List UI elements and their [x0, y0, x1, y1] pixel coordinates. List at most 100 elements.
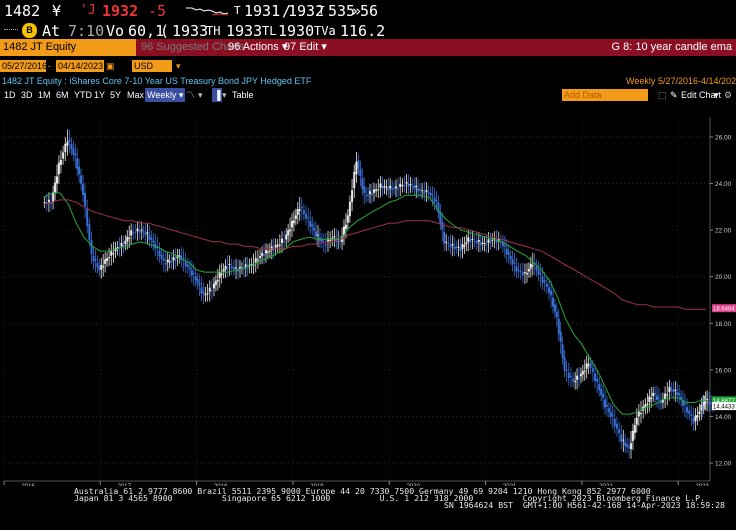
candle-body	[324, 244, 327, 246]
candle-body	[461, 244, 464, 249]
candle-body	[692, 417, 695, 424]
chevron-down-icon[interactable]: ▾	[714, 88, 719, 102]
table-button[interactable]: Table	[232, 88, 254, 102]
candle-body	[511, 259, 514, 265]
candle-body	[52, 192, 55, 203]
frequency-dropdown[interactable]: Weekly ▾	[145, 88, 186, 102]
candle-body	[100, 264, 103, 270]
currency-field[interactable]: USD	[132, 60, 172, 72]
candle-body	[220, 273, 223, 275]
candle-body	[192, 273, 195, 275]
footer-session-line: SN 1964624 BST GMT+1:00 H561-42-168 14-A…	[444, 500, 725, 510]
security-field[interactable]: 1482 JT Equity	[0, 39, 136, 56]
ticker-tick-indicator: 'J	[80, 3, 96, 18]
quote-at-time: 7:10	[68, 22, 105, 40]
line-chart-icon[interactable]: 〽	[186, 88, 195, 102]
candle-body	[419, 189, 422, 191]
candle-body	[152, 240, 155, 243]
ticker-currency: ¥	[52, 2, 62, 20]
candle-body	[694, 415, 697, 422]
market-status-icon[interactable]: B	[22, 23, 37, 38]
chart-settings-icon[interactable]: ⚙	[724, 88, 732, 102]
candle-body	[397, 188, 400, 190]
pencil-icon[interactable]: ✎	[670, 88, 678, 102]
range-1y-button[interactable]: 1Y	[94, 88, 105, 102]
range-max-button[interactable]: Max	[127, 88, 144, 102]
bar-chart-icon[interactable]: ▐	[212, 88, 223, 102]
candle-body	[543, 280, 546, 283]
candle-body	[583, 370, 586, 372]
candle-body	[509, 255, 512, 260]
candle-body	[160, 254, 163, 259]
ema-long-line	[43, 199, 707, 310]
candle-body	[449, 244, 452, 248]
candle-body	[447, 242, 450, 244]
candle-body	[280, 238, 283, 243]
y-tick-label: 20.00	[715, 274, 732, 281]
y-tick-label: 14.00	[715, 414, 732, 421]
range-ytd-button[interactable]: YTD	[74, 88, 92, 102]
quote-high-value: 1933	[226, 22, 263, 40]
candle-body	[631, 430, 634, 441]
candle-body	[381, 185, 384, 189]
candle-body	[704, 401, 707, 403]
candle-body	[72, 148, 75, 155]
candle-body	[431, 195, 434, 197]
candle-body	[676, 391, 679, 396]
candle-body	[307, 217, 310, 219]
candle-body	[74, 153, 77, 156]
candle-body	[607, 408, 610, 412]
candle-body	[531, 265, 534, 267]
chevron-down-icon: ▾	[321, 41, 327, 53]
actions-menu-number: 96	[228, 41, 241, 53]
candle-body	[361, 177, 364, 189]
candle-body	[216, 279, 219, 282]
quote-high-label: TH	[206, 24, 221, 38]
start-date-field[interactable]: 05/27/2016	[0, 60, 47, 72]
candle-body	[445, 241, 448, 243]
candle-body	[469, 239, 472, 243]
candle-body	[76, 157, 79, 170]
chevron-down-icon[interactable]: ▾	[176, 60, 181, 72]
candle-body	[261, 253, 264, 256]
candle-body	[379, 183, 382, 188]
candle-body	[162, 258, 165, 261]
range-6m-button[interactable]: 6M	[56, 88, 69, 102]
candle-body	[656, 395, 659, 401]
range-1m-button[interactable]: 1M	[38, 88, 51, 102]
y-tick-label: 12.00	[715, 461, 732, 468]
y-tick-label: 24.00	[715, 181, 732, 188]
chevron-down-icon[interactable]: ▾	[222, 88, 227, 102]
candle-body	[664, 393, 667, 399]
end-date-field[interactable]: 04/14/2023	[56, 60, 104, 72]
candle-body	[401, 185, 404, 187]
calendar-icon[interactable]: ▣	[106, 60, 115, 72]
candle-body	[421, 190, 424, 192]
candle-body	[565, 369, 568, 371]
actions-menu[interactable]: 96 Actions ▾	[228, 39, 287, 56]
ticker-change: -5	[148, 2, 167, 20]
range-3d-button[interactable]: 3D	[21, 88, 33, 102]
candle-body	[548, 287, 551, 293]
edit-menu[interactable]: 97 Edit ▾	[284, 39, 327, 56]
zoom-icon[interactable]: ⬚	[658, 88, 667, 102]
range-1d-button[interactable]: 1D	[4, 88, 16, 102]
candle-body	[640, 412, 643, 414]
candle-body	[112, 253, 115, 255]
candle-body	[148, 234, 151, 240]
add-data-field[interactable]: Add Data	[562, 89, 648, 101]
candle-body	[475, 241, 478, 244]
candle-body	[259, 256, 262, 259]
candle-body	[491, 239, 494, 241]
candle-body	[541, 276, 544, 283]
candle-body	[652, 392, 655, 397]
candle-body	[120, 242, 123, 247]
range-5y-button[interactable]: 5Y	[110, 88, 121, 102]
candle-body	[313, 227, 316, 231]
candle-body	[126, 236, 129, 242]
price-chart[interactable]: 26.00 24.00 22.00 20.00 18.00 16.00 14.00 12.00…	[0, 103, 736, 486]
chevron-down-icon[interactable]: ▾	[198, 88, 203, 102]
candle-body	[90, 240, 93, 255]
candle-body	[483, 243, 486, 245]
candle-body	[367, 194, 370, 196]
